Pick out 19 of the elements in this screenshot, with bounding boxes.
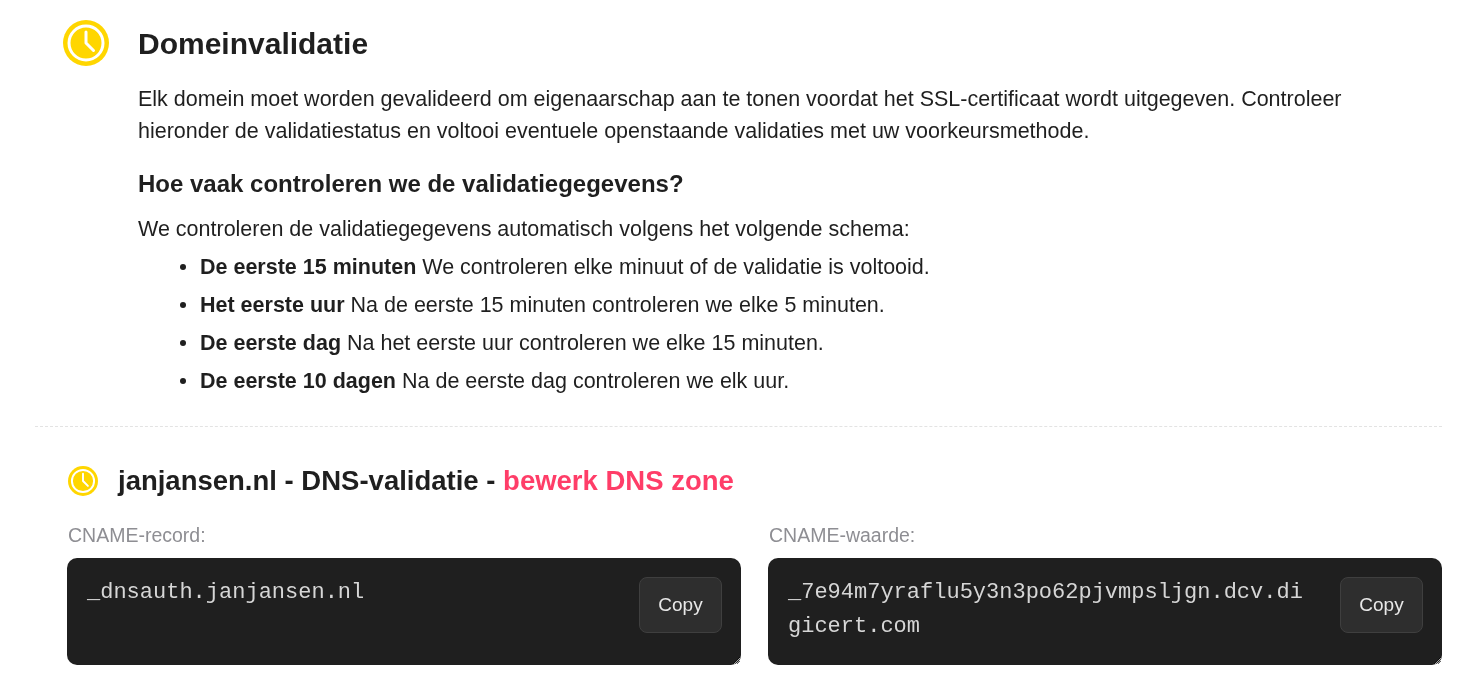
section-heading: Hoe vaak controleren we de validatiegegevens? — [138, 170, 685, 198]
clock-icon — [63, 20, 109, 66]
intro-text: Elk domein moet worden gevalideerd om eigenaarschap aan te tonen voordat het SSL-certificaat wordt uitgegeven. Controleer hieronder de validatiestatus en voltooi eventuele openstaande validaties met uw voorkeursmethode. — [138, 86, 1343, 145]
clock-icon — [68, 466, 98, 496]
schedule-item: Het eerste uur Na de eerste 15 minuten controleren we elke 5 minuten. — [200, 292, 885, 319]
bullet-icon — [180, 340, 186, 346]
schedule-item: De eerste dag Na het eerste uur controleren we elke 15 minuten. — [200, 330, 824, 357]
schedule-intro: We controleren de validatiegegevens automatisch volgens het volgende schema: — [138, 216, 911, 243]
field-label: CNAME-waarde: — [768, 523, 916, 547]
copy-button[interactable]: Copy — [639, 577, 722, 633]
page-title: Domeinvalidatie — [138, 25, 370, 62]
schedule-item: De eerste 15 minuten We controleren elke minuut of de validatie is voltooid. — [200, 254, 930, 281]
copy-button[interactable]: Copy — [1340, 577, 1423, 633]
bullet-icon — [180, 264, 186, 270]
bullet-icon — [180, 378, 186, 384]
schedule-item: De eerste 10 dagen Na de eerste dag controleren we elk uur. — [200, 368, 790, 395]
field-label: CNAME-record: — [67, 523, 206, 547]
bullet-icon — [180, 302, 186, 308]
validation-title: janjansen.nl - DNS-validatie - — [118, 464, 497, 498]
